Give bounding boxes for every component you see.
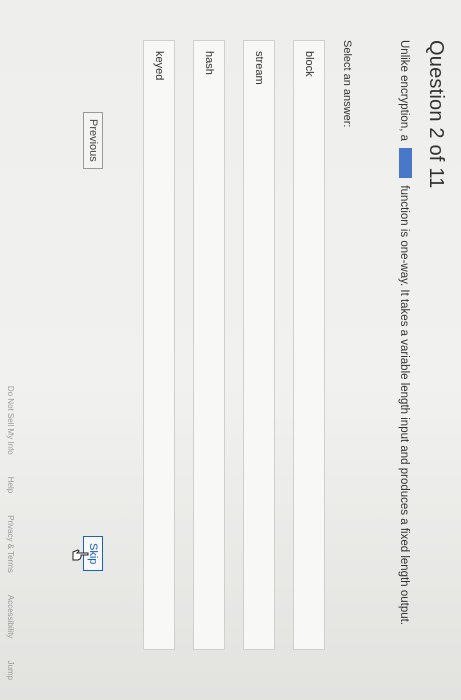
answer-option-stream[interactable]: stream <box>243 40 275 650</box>
previous-button[interactable]: Previous <box>83 112 103 169</box>
footer-link[interactable]: Accessibility <box>6 595 15 639</box>
footer-link[interactable]: Help <box>6 477 15 493</box>
answer-blank <box>399 148 412 179</box>
footer-links: Do Not Sell My Info Help Privacy & Terms… <box>6 40 15 680</box>
answer-prompt: Select an answer: <box>341 40 353 128</box>
quiz-screen: Question 2 of 11 Unlike encryption, a fu… <box>0 0 461 700</box>
answer-option-keyed[interactable]: keyed <box>143 40 175 650</box>
footer-link[interactable]: Jump <box>6 660 15 680</box>
answer-option-hash[interactable]: hash <box>193 40 225 650</box>
answer-option-block[interactable]: block <box>293 40 325 650</box>
hand-cursor-icon <box>72 549 89 561</box>
footer-link[interactable]: Privacy & Terms <box>6 515 15 573</box>
question-text: Unlike encryption, a function is one-way… <box>395 40 413 660</box>
question-text-before: Unlike encryption, a <box>398 40 410 141</box>
answer-list: block stream hash keyed <box>125 40 325 650</box>
footer-link[interactable]: Do Not Sell My Info <box>6 386 15 455</box>
question-text-after: function is one-way. It takes a variable… <box>398 185 410 626</box>
question-title: Question 2 of 11 <box>425 40 447 189</box>
